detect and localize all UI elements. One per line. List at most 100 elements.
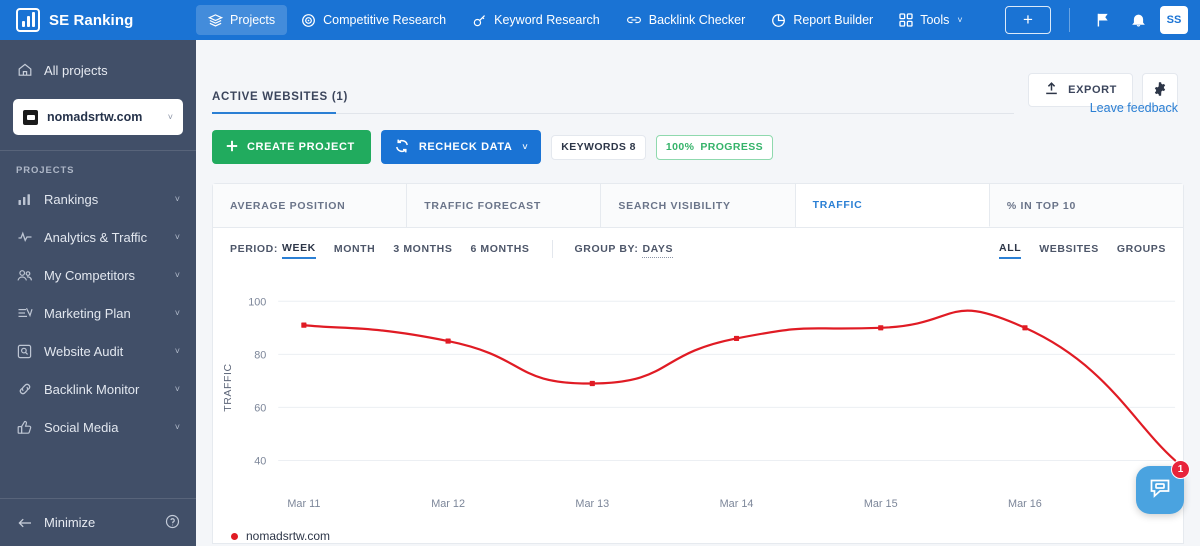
link-icon — [626, 12, 642, 28]
layers-icon — [208, 13, 223, 28]
arrow-left-icon — [16, 516, 33, 530]
flag-icon[interactable] — [1088, 12, 1116, 28]
sidebar-minimize-row[interactable]: Minimize — [0, 498, 196, 546]
chevron-down-icon: ˅ — [175, 194, 180, 204]
sidebar-item-backlink-monitor[interactable]: Backlink Monitor ˅ — [0, 370, 196, 408]
legend-label: nomadsrtw.com — [246, 529, 330, 543]
chevron-down-icon: ˅ — [175, 308, 180, 318]
nav-item-tools[interactable]: Tools ˅ — [887, 5, 974, 35]
top-nav-items: Projects Competitive Research Keyword Re… — [196, 5, 1005, 35]
plus-icon — [225, 139, 239, 156]
tab-average-position[interactable]: AVERAGE POSITION — [213, 184, 407, 227]
sidebar-label-backlink-monitor: Backlink Monitor — [44, 382, 164, 397]
sidebar-item-analytics-traffic[interactable]: Analytics & Traffic ˅ — [0, 218, 196, 256]
scope-option-websites[interactable]: WEBSITES — [1039, 241, 1099, 257]
sidebar-item-all-projects[interactable]: All projects — [0, 50, 196, 90]
sidebar-label-all-projects: All projects — [44, 63, 108, 78]
sidebar-item-my-competitors[interactable]: My Competitors ˅ — [0, 256, 196, 294]
metrics-card: AVERAGE POSITION TRAFFIC FORECAST SEARCH… — [212, 183, 1184, 544]
scope-option-all[interactable]: ALL — [999, 240, 1021, 259]
nav-label-keyword-research: Keyword Research — [494, 13, 600, 27]
scope-option-groups[interactable]: GROUPS — [1117, 241, 1166, 257]
recheck-data-button[interactable]: RECHECK DATA ˅ — [381, 130, 541, 164]
sidebar-label-rankings: Rankings — [44, 192, 164, 207]
chevron-down-icon: ˅ — [175, 270, 180, 280]
nav-label-backlink-checker: Backlink Checker — [649, 13, 746, 27]
sidebar-item-rankings[interactable]: Rankings ˅ — [0, 180, 196, 218]
upload-icon — [1044, 81, 1059, 99]
main-content: Leave feedback ACTIVE WEBSITES (1) EXPO — [196, 40, 1200, 546]
x-axis-tick-label: Mar 13 — [575, 498, 609, 510]
header-rule — [336, 113, 1014, 114]
y-axis-tick-label: 40 — [254, 455, 266, 467]
period-option-week[interactable]: WEEK — [282, 240, 316, 259]
nav-item-backlink-checker[interactable]: Backlink Checker — [614, 5, 758, 35]
data-point — [301, 323, 306, 328]
traffic-line-chart-svg: 406080100TRAFFICMar 11Mar 12Mar 13Mar 14… — [213, 270, 1183, 525]
nav-item-report-builder[interactable]: Report Builder — [759, 5, 885, 35]
sidebar-label-analytics-traffic: Analytics & Traffic — [44, 230, 164, 245]
help-circle-icon[interactable] — [165, 514, 180, 532]
progress-label: PROGRESS — [700, 141, 763, 153]
chat-widget-button[interactable]: 1 — [1136, 466, 1184, 514]
chevron-down-icon: ˅ — [175, 422, 180, 432]
tab-traffic-forecast[interactable]: TRAFFIC FORECAST — [407, 184, 601, 227]
add-button[interactable]: + — [1005, 6, 1051, 34]
active-tab-underline — [212, 112, 336, 114]
sidebar-section-heading: PROJECTS — [0, 151, 196, 180]
sidebar-item-website-audit[interactable]: Website Audit ˅ — [0, 332, 196, 370]
create-project-button[interactable]: CREATE PROJECT — [212, 130, 371, 164]
group-by-value[interactable]: DAYS — [642, 241, 673, 258]
sidebar-label-marketing-plan: Marketing Plan — [44, 306, 164, 321]
nav-item-competitive-research[interactable]: Competitive Research — [289, 5, 458, 35]
sidebar: All projects nomadsrtw.com ˅ PROJECTS Ra… — [0, 40, 196, 546]
x-axis-tick-label: Mar 12 — [431, 498, 465, 510]
bell-icon[interactable] — [1124, 12, 1152, 28]
thumbs-up-icon — [16, 420, 33, 435]
sidebar-item-marketing-plan[interactable]: Marketing Plan ˅ — [0, 294, 196, 332]
tab-active-websites[interactable]: ACTIVE WEBSITES (1) — [212, 91, 352, 112]
nav-item-projects[interactable]: Projects — [196, 5, 287, 35]
y-axis-tick-label: 80 — [254, 349, 266, 361]
sidebar-label-social-media: Social Media — [44, 420, 164, 435]
gear-icon — [1152, 81, 1168, 100]
brand-logo-area[interactable]: SE Ranking — [0, 8, 196, 32]
period-option-6-months[interactable]: 6 MONTHS — [470, 241, 529, 257]
y-axis-tick-label: 100 — [248, 296, 266, 308]
x-axis-tick-label: Mar 11 — [287, 498, 320, 510]
period-option-month[interactable]: MONTH — [334, 241, 376, 257]
leave-feedback-link[interactable]: Leave feedback — [1090, 101, 1178, 115]
tab-search-visibility[interactable]: SEARCH VISIBILITY — [601, 184, 795, 227]
x-axis-tick-label: Mar 14 — [720, 498, 754, 510]
chat-unread-badge: 1 — [1171, 460, 1190, 479]
key-icon — [472, 13, 487, 28]
chevron-down-icon: ˅ — [175, 384, 180, 394]
avatar[interactable]: SS — [1160, 6, 1188, 34]
sidebar-item-social-media[interactable]: Social Media ˅ — [0, 408, 196, 446]
chain-icon — [16, 381, 33, 397]
tab-traffic[interactable]: TRAFFIC — [796, 184, 990, 227]
scope-controls: ALL WEBSITES GROUPS — [999, 240, 1166, 259]
data-point — [590, 381, 595, 386]
people-icon — [16, 268, 33, 283]
chevron-down-icon: ˅ — [168, 112, 173, 122]
brand-name: SE Ranking — [49, 12, 133, 29]
checklist-icon — [16, 306, 33, 321]
action-toolbar: CREATE PROJECT RECHECK DATA ˅ KEYWORDS 8… — [196, 114, 1200, 164]
nav-label-report-builder: Report Builder — [793, 13, 873, 27]
metric-tab-strip: AVERAGE POSITION TRAFFIC FORECAST SEARCH… — [213, 184, 1183, 228]
project-selector[interactable]: nomadsrtw.com ˅ — [13, 99, 183, 135]
recheck-data-label: RECHECK DATA — [419, 141, 513, 153]
series-line — [304, 311, 1175, 461]
y-axis-title: TRAFFIC — [223, 363, 234, 411]
traffic-chart: 406080100TRAFFICMar 11Mar 12Mar 13Mar 14… — [213, 270, 1183, 525]
chart-controls-row: PERIOD: WEEK MONTH 3 MONTHS 6 MONTHS GRO… — [213, 228, 1183, 270]
target-icon — [301, 13, 316, 28]
app-root: SE Ranking Projects Competitive Research — [0, 0, 1200, 546]
tab-percent-in-top-10[interactable]: % IN TOP 10 — [990, 184, 1183, 227]
period-option-3-months[interactable]: 3 MONTHS — [393, 241, 452, 257]
active-websites-tab-wrap: ACTIVE WEBSITES (1) — [212, 87, 1014, 114]
divider — [552, 240, 553, 258]
nav-item-keyword-research[interactable]: Keyword Research — [460, 5, 612, 35]
top-navigation-bar: SE Ranking Projects Competitive Research — [0, 0, 1200, 40]
